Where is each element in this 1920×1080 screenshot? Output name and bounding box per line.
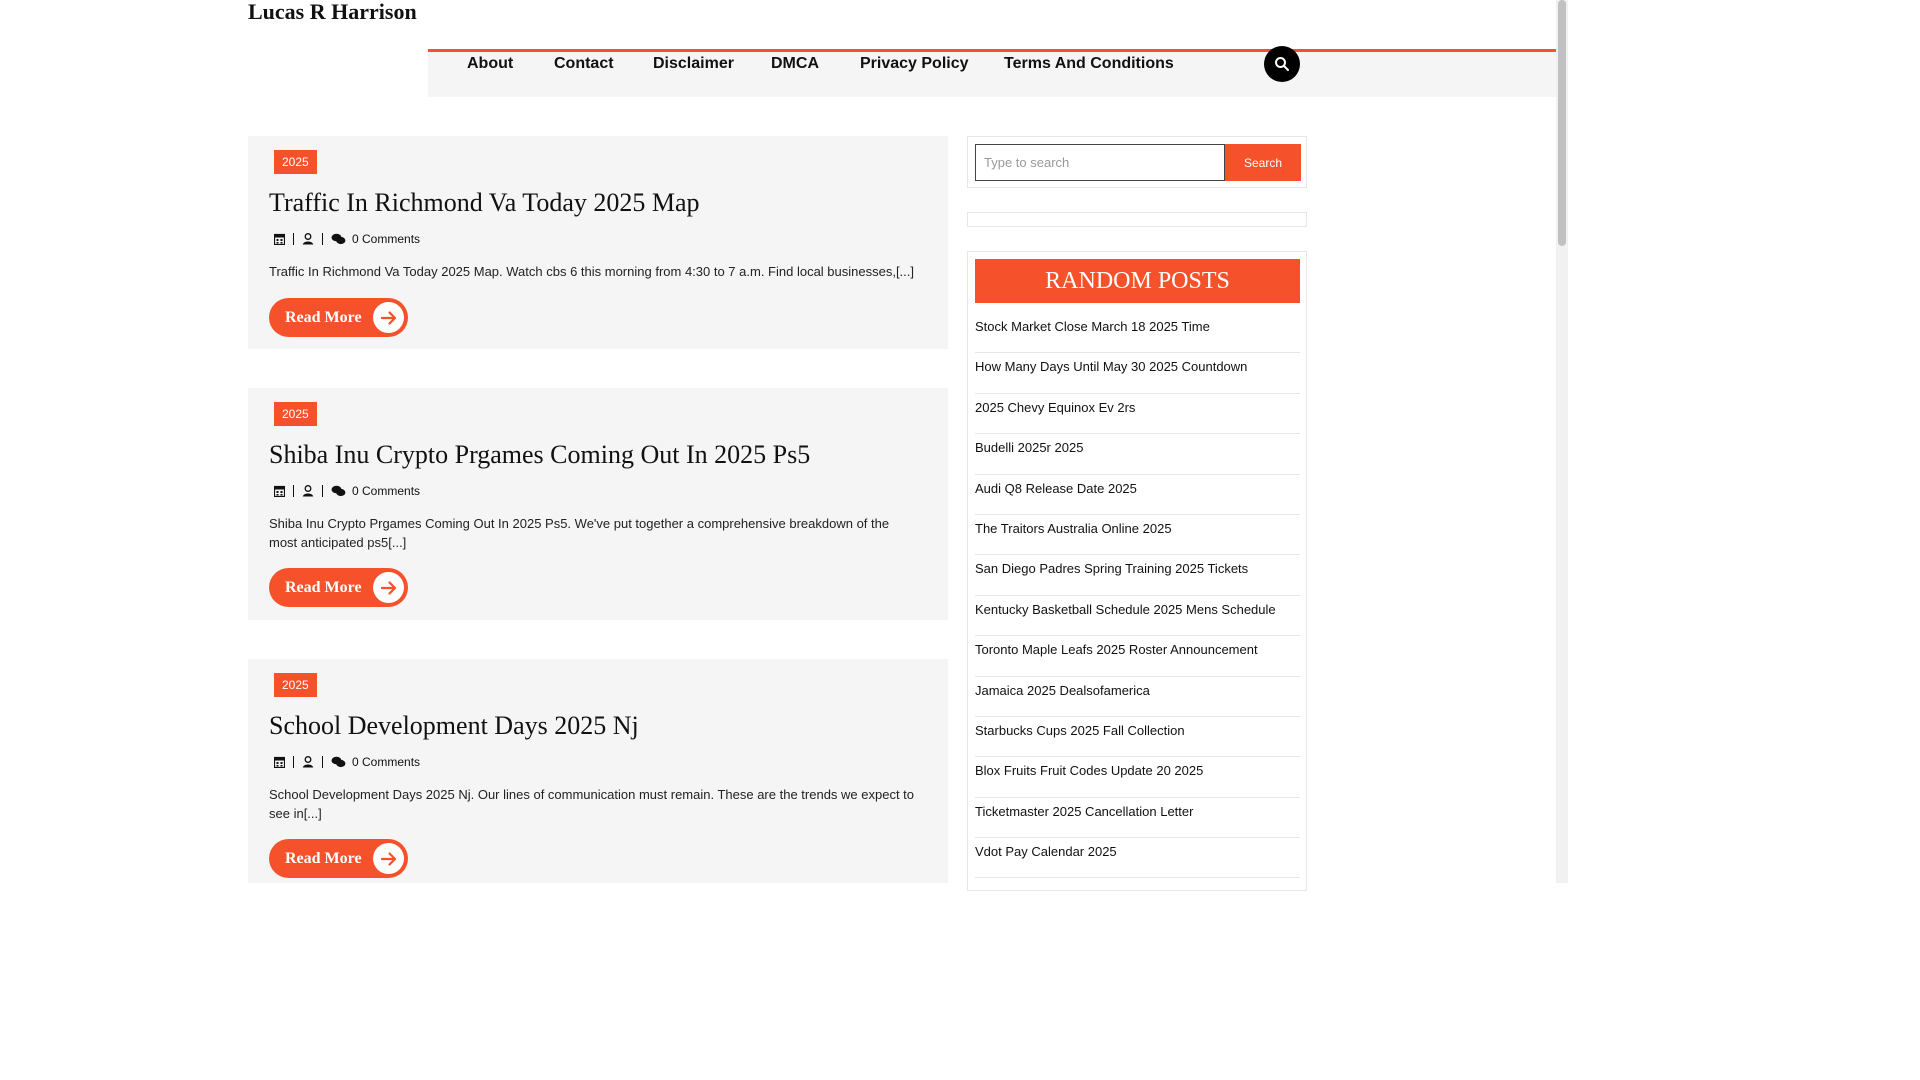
nav-item-dmca[interactable]: DMCA: [771, 54, 819, 74]
nav-item-privacy-policy[interactable]: Privacy Policy: [860, 54, 969, 74]
calendar-icon: [274, 233, 285, 245]
user-icon: [302, 756, 314, 768]
random-posts-list: Stock Market Close March 18 2025 Time Ho…: [975, 313, 1300, 879]
post-meta: 0 Comments: [274, 754, 420, 770]
search-toggle-button[interactable]: [1264, 46, 1300, 82]
post-title[interactable]: Shiba Inu Crypto Prgames Coming Out In 2…: [269, 440, 810, 470]
category-badge[interactable]: 2025: [274, 402, 317, 426]
read-more-button[interactable]: Read More: [269, 839, 408, 878]
comments-icon: [331, 233, 346, 245]
random-post-link[interactable]: Toronto Maple Leafs 2025 Roster Announce…: [975, 636, 1300, 677]
search-input[interactable]: [975, 144, 1225, 181]
main-navigation: [428, 0, 1556, 97]
post-card: 2025 Traffic In Richmond Va Today 2025 M…: [248, 136, 948, 349]
nav-item-about[interactable]: About: [467, 54, 513, 74]
random-post-link[interactable]: Ticketmaster 2025 Cancellation Letter: [975, 798, 1300, 839]
random-post-link[interactable]: San Diego Padres Spring Training 2025 Ti…: [975, 555, 1300, 596]
read-more-label: Read More: [285, 308, 362, 326]
post-meta: 0 Comments: [274, 231, 420, 247]
comments-icon: [331, 485, 346, 497]
arrow-right-icon: [373, 302, 404, 333]
post-meta: 0 Comments: [274, 483, 420, 499]
search-icon: [1275, 57, 1289, 71]
user-icon: [302, 233, 314, 245]
random-posts-heading: RANDOM POSTS: [975, 259, 1300, 303]
read-more-label: Read More: [285, 849, 362, 867]
read-more-button[interactable]: Read More: [269, 298, 408, 337]
read-more-button[interactable]: Read More: [269, 568, 408, 607]
post-card: 2025 Shiba Inu Crypto Prgames Coming Out…: [248, 388, 948, 620]
comments-count[interactable]: 0 Comments: [352, 484, 420, 498]
arrow-right-icon: [373, 572, 404, 603]
random-posts-widget: RANDOM POSTS Stock Market Close March 18…: [967, 251, 1307, 891]
post-excerpt: Shiba Inu Crypto Prgames Coming Out In 2…: [269, 516, 890, 550]
nav-item-terms-and-conditions[interactable]: Terms And Conditions: [1004, 54, 1174, 74]
random-post-link[interactable]: Vdot Pay Calendar 2025: [975, 838, 1300, 879]
category-badge[interactable]: 2025: [274, 150, 317, 174]
comments-count[interactable]: 0 Comments: [352, 755, 420, 769]
random-post-link[interactable]: Kentucky Basketball Schedule 2025 Mens S…: [975, 596, 1300, 637]
post-card: 2025 School Development Days 2025 Nj 0 C…: [248, 659, 948, 883]
comments-icon: [331, 756, 346, 768]
random-post-link[interactable]: Blox Fruits Fruit Codes Update 20 2025: [975, 757, 1300, 798]
calendar-icon: [274, 756, 285, 768]
empty-widget: [967, 212, 1307, 227]
site-title[interactable]: Lucas R Harrison: [248, 0, 428, 97]
arrow-right-icon: [373, 843, 404, 874]
post-title[interactable]: Traffic In Richmond Va Today 2025 Map: [269, 188, 700, 218]
random-post-link[interactable]: Audi Q8 Release Date 2025: [975, 475, 1300, 515]
random-post-link[interactable]: Budelli 2025r 2025: [975, 434, 1300, 475]
random-post-link[interactable]: Stock Market Close March 18 2025 Time: [975, 313, 1300, 354]
comments-count[interactable]: 0 Comments: [352, 232, 420, 246]
post-title[interactable]: School Development Days 2025 Nj: [269, 711, 639, 741]
nav-item-disclaimer[interactable]: Disclaimer: [653, 54, 734, 74]
sidebar-search-widget: Search: [967, 136, 1307, 188]
nav-item-contact[interactable]: Contact: [554, 54, 614, 74]
random-post-link[interactable]: The Traitors Australia Online 2025: [975, 515, 1300, 556]
search-button[interactable]: Search: [1225, 144, 1301, 181]
random-post-link[interactable]: How Many Days Until May 30 2025 Countdow…: [975, 353, 1300, 394]
post-excerpt: Traffic In Richmond Va Today 2025 Map. W…: [269, 264, 915, 279]
calendar-icon: [274, 485, 285, 497]
user-icon: [302, 485, 314, 497]
random-post-link[interactable]: Starbucks Cups 2025 Fall Collection: [975, 717, 1300, 758]
scrollbar-thumb[interactable]: [1558, 0, 1566, 246]
random-post-link[interactable]: 2025 Chevy Equinox Ev 2rs: [975, 394, 1300, 435]
category-badge[interactable]: 2025: [274, 673, 317, 697]
random-post-link[interactable]: Jamaica 2025 Dealsofamerica: [975, 677, 1300, 717]
post-excerpt: School Development Days 2025 Nj. Our lin…: [269, 787, 915, 821]
read-more-label: Read More: [285, 578, 362, 596]
